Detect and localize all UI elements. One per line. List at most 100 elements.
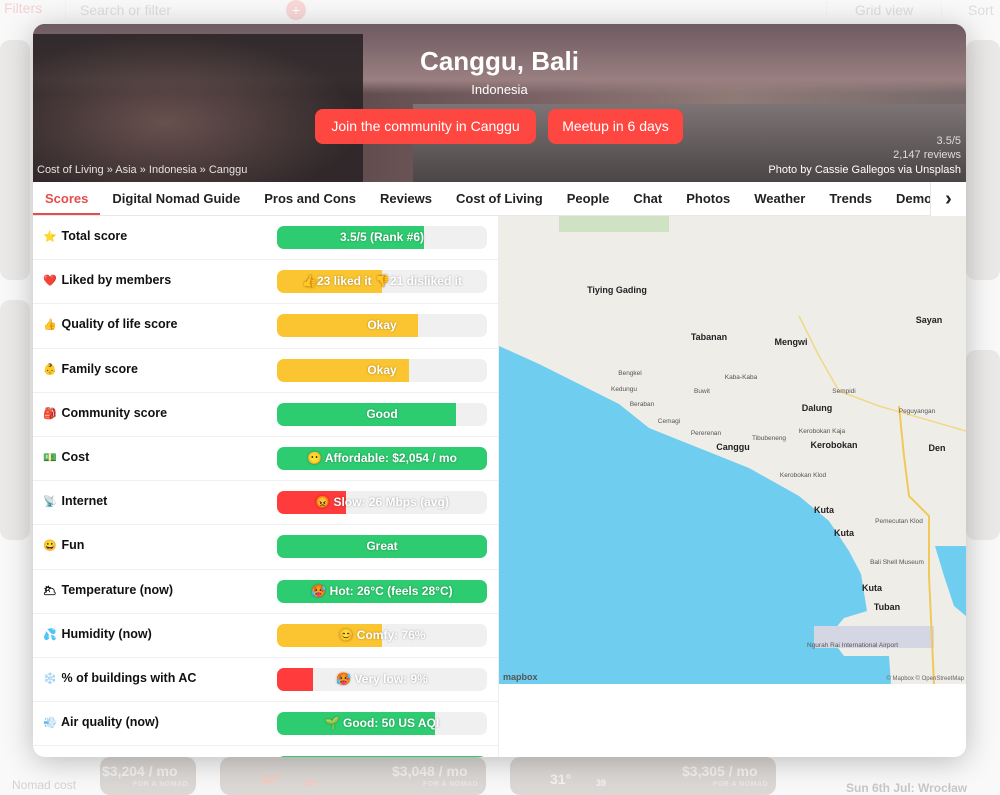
tab-scores[interactable]: Scores: [33, 182, 101, 215]
tab-bar: Scores Digital Nomad Guide Pros and Cons Re…: [33, 182, 966, 216]
map-label: Kuta: [814, 505, 834, 515]
map-label: Tibubeneng: [751, 435, 787, 442]
empty-area: [499, 684, 966, 757]
join-community-button[interactable]: Join the community in Canggu: [315, 109, 536, 144]
score-bar: Great: [277, 535, 487, 559]
score-row[interactable]: 🎒 Community score Good: [33, 393, 498, 437]
tab-digital-nomad-guide[interactable]: Digital Nomad Guide: [100, 182, 252, 215]
score-label: 😀 Fun: [43, 538, 85, 553]
score-icon: ❄️: [43, 672, 57, 685]
score-icon: 😀: [43, 540, 57, 553]
score-icon: 💵: [43, 451, 57, 464]
score-label: ❤️ Liked by members: [43, 273, 172, 288]
map-label: Kerobokan: [810, 440, 858, 450]
city-title: Canggu, Bali: [420, 46, 579, 76]
score-bar: 🌱 Good: 50 US AQI: [277, 712, 487, 736]
score-row[interactable]: ❤️ Liked by members 👍23 liked it 👎21 dis…: [33, 260, 498, 305]
map-label: Buwit: [694, 388, 710, 395]
score-value: 😶 Affordable: $2,054 / mo: [307, 450, 457, 465]
score-bar: 🥵 Hot: 26°C (feels 28°C): [277, 579, 487, 603]
score-row[interactable]: 😀 Fun Great: [33, 525, 498, 570]
map-label: Ngurah Rai International Airport: [807, 642, 899, 649]
score-row[interactable]: ❄️ % of buildings with AC 🥵 Very low: 9%: [33, 658, 498, 703]
map-label: Pemecutan Klod: [875, 518, 923, 525]
score-row[interactable]: 👍 Quality of life score Okay: [33, 304, 498, 349]
map-label: Sempidi: [832, 388, 856, 395]
score-value: 🥵 Hot: 26°C (feels 28°C): [311, 583, 453, 598]
map-label: Pererenan: [690, 430, 722, 437]
score-label: 🌥 Temperature (now): [43, 582, 174, 597]
score-value: 👍23 liked it 👎21 disliked it: [302, 274, 462, 289]
scores-list: ⭐ Total score 3.5/5 (Rank #6) ❤️ Liked by…: [33, 216, 499, 757]
tab-photos[interactable]: Photos: [674, 182, 742, 215]
score-value: Good: [366, 406, 398, 421]
photo-credit[interactable]: Photo by Cassie Gallegos via Unsplash: [768, 164, 961, 176]
score-row[interactable]: [33, 746, 498, 757]
map-label: Mengwi: [774, 337, 808, 347]
score-row[interactable]: 💨 Air quality (now) 🌱 Good: 50 US AQI: [33, 702, 498, 747]
score-icon: 💨: [43, 717, 57, 730]
score-row[interactable]: 💦 Humidity (now) 😊 Comfy: 76%: [33, 614, 498, 658]
score-bar: 😶 Affordable: $2,054 / mo: [277, 446, 487, 470]
map-label: Peguyangan: [898, 408, 936, 415]
map[interactable]: Tiying Gading Tabanan Mengwi Sayan Dalung Can…: [499, 216, 966, 684]
hero-photo: Canggu, Bali Indonesia Join the communit…: [33, 24, 966, 182]
score-icon: 📡: [43, 496, 57, 509]
score-icon: 👍: [43, 319, 57, 332]
map-label: Cemagi: [657, 418, 681, 425]
park-area: [559, 216, 669, 232]
score-label: 👍 Quality of life score: [43, 317, 178, 332]
rating-summary: 3.5/5 2,147 reviews: [893, 135, 961, 161]
score-value: Great: [366, 539, 398, 554]
score-icon: 🎒: [43, 407, 57, 420]
tab-cost-of-living[interactable]: Cost of Living: [444, 182, 555, 215]
map-label: Dalung: [801, 403, 833, 413]
map-label: Kaba-Kaba: [724, 374, 758, 381]
map-label: Kedungu: [610, 386, 638, 393]
score-bar: 😊 Comfy: 76%: [277, 623, 487, 647]
meetup-button[interactable]: Meetup in 6 days: [548, 109, 683, 144]
score-icon: 👶: [43, 363, 57, 376]
score-label: 📡 Internet: [43, 494, 108, 509]
city-modal: Canggu, Bali Indonesia Join the communit…: [33, 24, 966, 757]
map-label: Tabanan: [690, 332, 728, 342]
score-icon: 🌥: [43, 584, 57, 597]
breadcrumb[interactable]: Cost of Living » Asia » Indonesia » Cang…: [37, 164, 247, 176]
mapbox-logo[interactable]: mapbox: [503, 672, 538, 682]
score-bar: Okay: [277, 358, 487, 382]
score-label: 💵 Cost: [43, 449, 90, 464]
score-row[interactable]: 📡 Internet 😡 Slow: 26 Mbps (avg): [33, 481, 498, 526]
map-label: Beraban: [629, 401, 655, 408]
tab-people[interactable]: People: [555, 182, 622, 215]
score-bar: Good: [277, 402, 487, 426]
tab-trends[interactable]: Trends: [817, 182, 884, 215]
score-row[interactable]: 💵 Cost 😶 Affordable: $2,054 / mo: [33, 437, 498, 482]
tab-reviews[interactable]: Reviews: [368, 182, 444, 215]
score-label: ⭐ Total score: [43, 229, 128, 243]
map-label: Den: [928, 443, 946, 453]
score-row[interactable]: 🌥 Temperature (now) 🥵 Hot: 26°C (feels 2…: [33, 570, 498, 614]
score-value: 🌱 Good: 50 US AQI: [324, 716, 440, 731]
map-label: Canggu: [716, 442, 750, 452]
score-label: 👶 Family score: [43, 361, 138, 376]
map-label: Sayan: [915, 315, 943, 325]
score-label: ❄️ % of buildings with AC: [43, 670, 197, 685]
tab-chat[interactable]: Chat: [621, 182, 674, 215]
score-value: Okay: [367, 318, 397, 333]
score-value: 😡 Slow: 26 Mbps (avg): [315, 495, 449, 510]
score-value: 3.5/5 (Rank #6): [339, 230, 425, 244]
chevron-right-icon[interactable]: ›: [930, 182, 966, 216]
map-attribution[interactable]: © Mapbox © OpenStreetMap: [886, 676, 964, 682]
score-label: 💦 Humidity (now): [43, 626, 152, 641]
tab-pros-and-cons[interactable]: Pros and Cons: [252, 182, 368, 215]
country-label[interactable]: Indonesia: [33, 82, 966, 97]
score-row[interactable]: ⭐ Total score 3.5/5 (Rank #6): [33, 216, 498, 261]
tab-weather[interactable]: Weather: [742, 182, 817, 215]
score-bar: 👍23 liked it 👎21 disliked it: [277, 270, 487, 294]
score-label: 🎒 Community score: [43, 405, 168, 420]
map-label: Kuta: [862, 583, 882, 593]
score-label: 💨 Air quality (now): [43, 715, 159, 730]
score-icon: ❤️: [43, 275, 57, 288]
score-row[interactable]: 👶 Family score Okay: [33, 349, 498, 393]
map-label: Bengkel: [618, 370, 642, 377]
